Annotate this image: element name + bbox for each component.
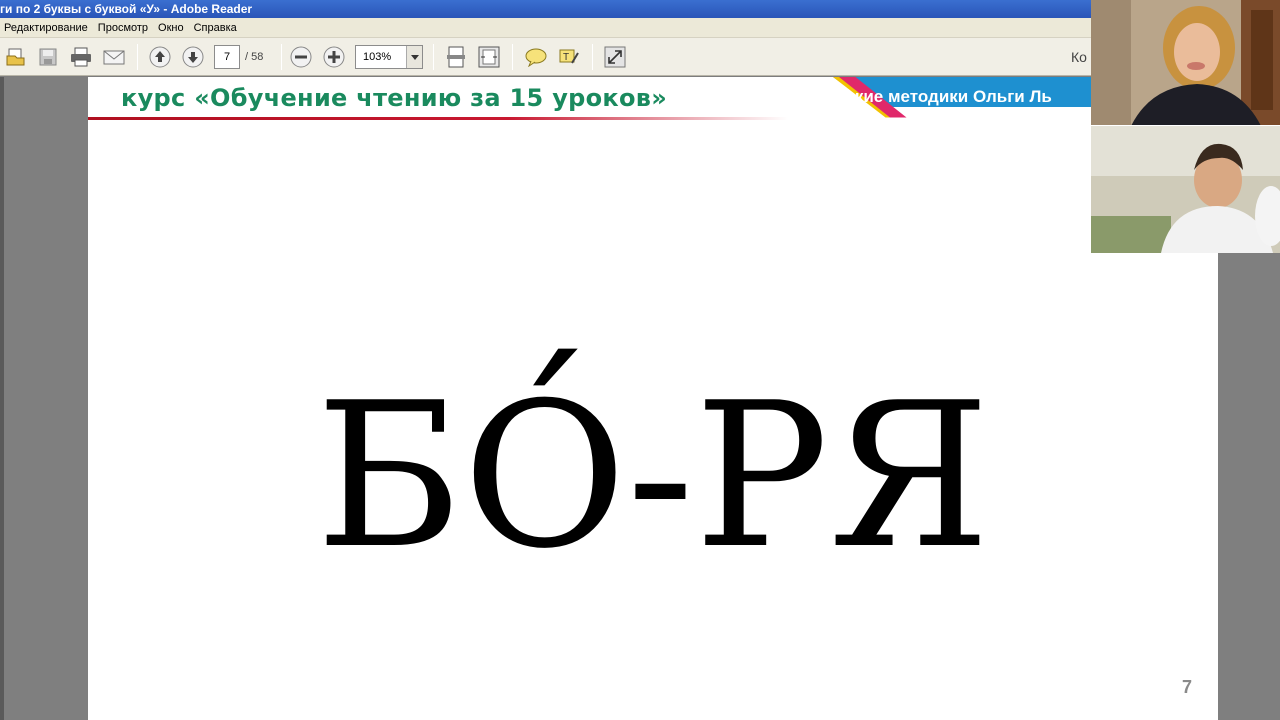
menu-window[interactable]: Окно bbox=[154, 18, 190, 37]
toolbar-separator bbox=[512, 44, 513, 70]
toolbar-separator bbox=[137, 44, 138, 70]
toolbar bbox=[0, 38, 1280, 76]
menu-bar: Редактирование Просмотр Окно Справка bbox=[0, 18, 1280, 38]
print-icon[interactable] bbox=[68, 45, 94, 69]
header-underline bbox=[88, 117, 788, 120]
page-total: / 58 bbox=[245, 51, 264, 63]
window-title: ги по 2 буквы с буквой «У» - Adobe Reade… bbox=[0, 2, 253, 16]
zoom-select[interactable]: 103% bbox=[355, 45, 423, 69]
banner-text: Авторские методики Ольги Ль bbox=[794, 87, 1052, 106]
window-title-bar: ги по 2 буквы с буквой «У» - Adobe Reade… bbox=[0, 0, 1280, 18]
syllable-display: БО́-РЯ bbox=[88, 377, 1218, 577]
navigation-panel-edge bbox=[0, 77, 4, 720]
save-icon[interactable] bbox=[35, 45, 61, 69]
teacher-webcam bbox=[1091, 0, 1280, 126]
zoom-value: 103% bbox=[363, 51, 392, 63]
page-up-icon[interactable] bbox=[147, 45, 173, 69]
zoom-in-icon[interactable] bbox=[321, 45, 347, 69]
app-window: ги по 2 буквы с буквой «У» - Adobe Reade… bbox=[0, 0, 1280, 720]
child-webcam bbox=[1091, 126, 1280, 253]
page-number: 7 bbox=[1182, 677, 1193, 697]
comment-icon[interactable] bbox=[523, 45, 549, 69]
toolbar-separator bbox=[281, 44, 282, 70]
toolbar-separator bbox=[592, 44, 593, 70]
menu-view[interactable]: Просмотр bbox=[94, 18, 154, 37]
highlight-icon[interactable]: T bbox=[556, 45, 582, 69]
menu-help[interactable]: Справка bbox=[190, 18, 243, 37]
search-field-label[interactable]: Ко bbox=[1071, 49, 1087, 65]
email-icon[interactable] bbox=[101, 45, 127, 69]
svg-text:T: T bbox=[563, 52, 569, 63]
fit-width-icon[interactable] bbox=[476, 45, 502, 69]
fullscreen-icon[interactable] bbox=[602, 45, 628, 69]
zoom-out-icon[interactable] bbox=[288, 45, 314, 69]
page-header-banner: курс «Обучение чтению за 15 уроков» Авто… bbox=[88, 77, 1218, 125]
pdf-page: курс «Обучение чтению за 15 уроков» Авто… bbox=[88, 77, 1218, 720]
open-icon[interactable] bbox=[3, 45, 29, 69]
menu-edit[interactable]: Редактирование bbox=[0, 18, 94, 37]
page-number-input[interactable]: 7 bbox=[214, 45, 240, 69]
syllable-second: РЯ bbox=[694, 360, 991, 593]
syllable-hyphen: - bbox=[626, 360, 695, 593]
page-down-icon[interactable] bbox=[180, 45, 206, 69]
fit-page-icon[interactable] bbox=[443, 45, 469, 69]
course-title: курс «Обучение чтению за 15 уроков» bbox=[121, 84, 668, 112]
syllable-first: БО́ bbox=[315, 360, 627, 593]
chevron-down-icon[interactable] bbox=[406, 46, 422, 68]
toolbar-separator bbox=[433, 44, 434, 70]
